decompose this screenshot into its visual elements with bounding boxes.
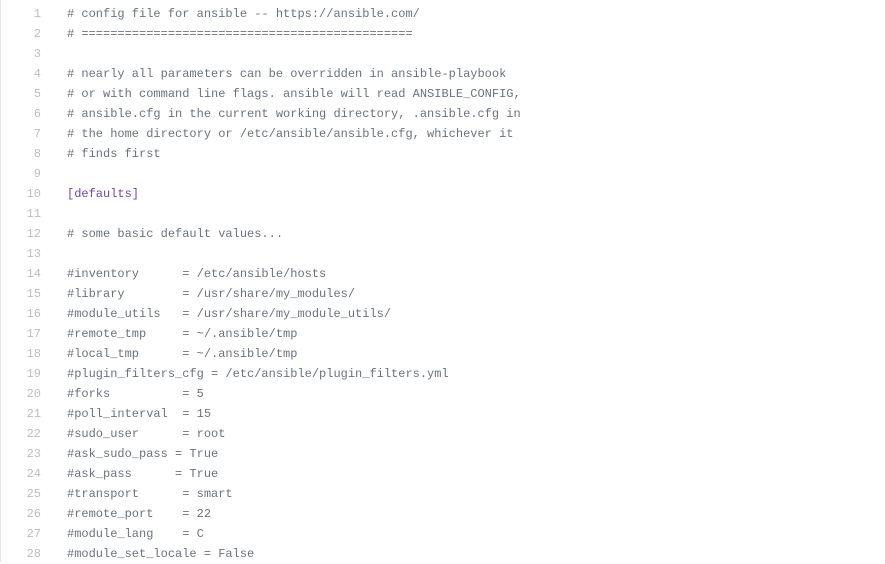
line-number: 15 bbox=[1, 284, 41, 304]
ini-comment: #poll_interval = 15 bbox=[67, 407, 211, 421]
code-line[interactable]: [defaults] bbox=[67, 184, 885, 204]
line-number: 11 bbox=[1, 204, 41, 224]
ini-comment: # or with command line flags. ansible wi… bbox=[67, 87, 521, 101]
code-line[interactable]: #module_set_locale = False bbox=[67, 544, 885, 564]
code-line[interactable]: # ======================================… bbox=[67, 24, 885, 44]
code-line[interactable]: #ask_sudo_pass = True bbox=[67, 444, 885, 464]
line-number: 20 bbox=[1, 384, 41, 404]
ini-comment: #forks = 5 bbox=[67, 387, 204, 401]
line-number: 12 bbox=[1, 224, 41, 244]
line-number: 14 bbox=[1, 264, 41, 284]
code-line[interactable]: #transport = smart bbox=[67, 484, 885, 504]
code-line[interactable]: #library = /usr/share/my_modules/ bbox=[67, 284, 885, 304]
line-number: 5 bbox=[1, 84, 41, 104]
code-line[interactable]: #module_utils = /usr/share/my_module_uti… bbox=[67, 304, 885, 324]
code-line[interactable]: # nearly all parameters can be overridde… bbox=[67, 64, 885, 84]
line-number: 24 bbox=[1, 464, 41, 484]
code-line[interactable]: #module_lang = C bbox=[67, 524, 885, 544]
line-number: 28 bbox=[1, 544, 41, 564]
line-number: 25 bbox=[1, 484, 41, 504]
code-line[interactable]: #forks = 5 bbox=[67, 384, 885, 404]
code-line[interactable]: # ansible.cfg in the current working dir… bbox=[67, 104, 885, 124]
code-line[interactable]: #poll_interval = 15 bbox=[67, 404, 885, 424]
code-line[interactable]: #remote_port = 22 bbox=[67, 504, 885, 524]
ini-comment: # finds first bbox=[67, 147, 161, 161]
code-line[interactable]: # the home directory or /etc/ansible/ans… bbox=[67, 124, 885, 144]
ini-comment: # ansible.cfg in the current working dir… bbox=[67, 107, 521, 121]
code-line[interactable]: #local_tmp = ~/.ansible/tmp bbox=[67, 344, 885, 364]
code-line[interactable]: #inventory = /etc/ansible/hosts bbox=[67, 264, 885, 284]
code-line[interactable]: #remote_tmp = ~/.ansible/tmp bbox=[67, 324, 885, 344]
code-line[interactable] bbox=[67, 44, 885, 64]
line-number: 23 bbox=[1, 444, 41, 464]
ini-comment: #module_set_locale = False bbox=[67, 547, 254, 561]
line-number: 26 bbox=[1, 504, 41, 524]
ini-comment: #ask_sudo_pass = True bbox=[67, 447, 218, 461]
ini-comment: # nearly all parameters can be overridde… bbox=[67, 67, 506, 81]
line-number-gutter: 1234567891011121314151617181920212223242… bbox=[1, 0, 51, 562]
line-number: 8 bbox=[1, 144, 41, 164]
line-number: 9 bbox=[1, 164, 41, 184]
ini-comment: # config file for ansible -- https://ans… bbox=[67, 7, 420, 21]
line-number: 19 bbox=[1, 364, 41, 384]
line-number: 4 bbox=[1, 64, 41, 84]
line-number: 7 bbox=[1, 124, 41, 144]
ini-comment: #plugin_filters_cfg = /etc/ansible/plugi… bbox=[67, 367, 449, 381]
code-line[interactable]: #sudo_user = root bbox=[67, 424, 885, 444]
ini-section: [defaults] bbox=[67, 187, 139, 201]
line-number: 17 bbox=[1, 324, 41, 344]
ini-comment: # ======================================… bbox=[67, 27, 413, 41]
code-line[interactable]: # some basic default values... bbox=[67, 224, 885, 244]
ini-comment: #library = /usr/share/my_modules/ bbox=[67, 287, 355, 301]
line-number: 21 bbox=[1, 404, 41, 424]
ini-comment: # the home directory or /etc/ansible/ans… bbox=[67, 127, 513, 141]
ini-comment: #ask_pass = True bbox=[67, 467, 218, 481]
line-number: 16 bbox=[1, 304, 41, 324]
code-viewer: 1234567891011121314151617181920212223242… bbox=[0, 0, 885, 562]
line-number: 27 bbox=[1, 524, 41, 544]
line-number: 18 bbox=[1, 344, 41, 364]
ini-comment: #transport = smart bbox=[67, 487, 233, 501]
line-number: 2 bbox=[1, 24, 41, 44]
ini-comment: #module_utils = /usr/share/my_module_uti… bbox=[67, 307, 391, 321]
line-number: 13 bbox=[1, 244, 41, 264]
line-number: 3 bbox=[1, 44, 41, 64]
code-line[interactable]: #plugin_filters_cfg = /etc/ansible/plugi… bbox=[67, 364, 885, 384]
ini-comment: # some basic default values... bbox=[67, 227, 283, 241]
ini-comment: #inventory = /etc/ansible/hosts bbox=[67, 267, 326, 281]
code-line[interactable]: #ask_pass = True bbox=[67, 464, 885, 484]
line-number: 10 bbox=[1, 184, 41, 204]
line-number: 6 bbox=[1, 104, 41, 124]
line-number: 1 bbox=[1, 4, 41, 24]
ini-comment: #remote_tmp = ~/.ansible/tmp bbox=[67, 327, 297, 341]
code-line[interactable] bbox=[67, 164, 885, 184]
code-line[interactable] bbox=[67, 244, 885, 264]
ini-comment: #local_tmp = ~/.ansible/tmp bbox=[67, 347, 297, 361]
ini-comment: #sudo_user = root bbox=[67, 427, 225, 441]
code-content[interactable]: # config file for ansible -- https://ans… bbox=[51, 0, 885, 562]
line-number: 22 bbox=[1, 424, 41, 444]
code-line[interactable]: # config file for ansible -- https://ans… bbox=[67, 4, 885, 24]
ini-comment: #remote_port = 22 bbox=[67, 507, 211, 521]
code-line[interactable] bbox=[67, 204, 885, 224]
code-line[interactable]: # finds first bbox=[67, 144, 885, 164]
ini-comment: #module_lang = C bbox=[67, 527, 204, 541]
code-line[interactable]: # or with command line flags. ansible wi… bbox=[67, 84, 885, 104]
